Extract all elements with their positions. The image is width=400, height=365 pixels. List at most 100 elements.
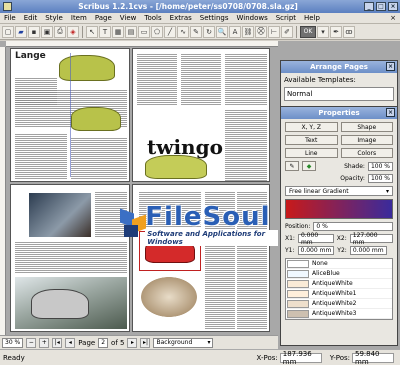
insert-line-icon[interactable]: ╱ (164, 25, 176, 38)
color-list[interactable]: None AliceBlue AntiqueWhite AntiqueWhite… (285, 258, 393, 320)
color-name: AliceBlue (312, 270, 340, 277)
menu-tools[interactable]: Tools (140, 14, 165, 22)
position-spinbox[interactable]: 0 % (313, 222, 393, 231)
arrange-pages-titlebar[interactable]: Arrange Pages × (281, 61, 397, 73)
shade-spinbox[interactable]: 100 % (367, 161, 393, 171)
menu-page[interactable]: Page (91, 14, 116, 22)
measure-icon[interactable]: ⊢ (268, 25, 280, 38)
y1-spinbox[interactable]: 0.000 mm (297, 246, 335, 255)
insert-table-icon[interactable]: ▤ (125, 25, 137, 38)
shape-tab-button[interactable]: Shape (340, 122, 393, 132)
close-icon[interactable]: × (386, 62, 395, 71)
template-list-item[interactable]: Normal (284, 87, 394, 101)
save-icon[interactable]: ▪ (28, 25, 40, 38)
page-number-field[interactable]: 2 (98, 337, 109, 348)
opacity-spinbox[interactable]: 100 % (367, 174, 393, 183)
new-document-icon[interactable]: ▢ (2, 25, 14, 38)
page-1[interactable]: Lange (10, 48, 130, 182)
x2-spinbox[interactable]: 127.000 mm (349, 232, 393, 246)
color-swatch (287, 269, 309, 278)
horizontal-ruler[interactable] (6, 41, 278, 47)
color-swatch (287, 299, 309, 308)
pdf-export-icon[interactable]: ◈ (67, 25, 79, 38)
rotate-icon[interactable]: ↻ (203, 25, 215, 38)
fill-color-icon[interactable]: ◆ (302, 161, 316, 171)
app-icon[interactable] (3, 2, 12, 11)
list-item[interactable]: AntiqueWhite2 (286, 299, 392, 309)
zoom-out-icon[interactable]: − (26, 337, 37, 348)
dropdown-chevron-icon[interactable]: ▾ (317, 25, 329, 38)
insert-polygon-icon[interactable]: ⬠ (151, 25, 163, 38)
page-count: of 5 (111, 338, 125, 347)
select-arrow-icon[interactable]: ↖ (86, 25, 98, 38)
first-page-icon[interactable]: |◂ (52, 337, 63, 348)
menu-help[interactable]: Help (300, 14, 324, 22)
list-item[interactable]: AntiqueWhite1 (286, 289, 392, 299)
open-folder-icon[interactable]: ▰ (15, 25, 27, 38)
eyedropper-icon[interactable]: ✐ (281, 25, 293, 38)
zoom-icon[interactable]: 🔍 (216, 25, 228, 38)
xpos-value: 187.936 mm (279, 350, 322, 365)
edit-text-icon[interactable]: A (229, 25, 241, 38)
insert-text-frame-icon[interactable]: T (99, 25, 111, 38)
link-frames-icon[interactable]: ⛓ (242, 25, 254, 38)
insert-image-icon[interactable]: ▦ (112, 25, 124, 38)
close-document-icon[interactable]: × (386, 14, 400, 22)
page-3[interactable] (10, 184, 130, 332)
document-canvas[interactable]: Lange twingo FileSoul Software and Appli… (0, 41, 278, 335)
layer-name: Background (156, 339, 193, 346)
menu-bar: File Edit Style Item Page View Tools Ext… (0, 13, 400, 24)
gradient-select[interactable]: Free linear Gradient ▾ (285, 186, 393, 196)
maximize-button[interactable]: □ (376, 2, 386, 11)
last-page-icon[interactable]: ▸| (140, 337, 151, 348)
line-tab-button[interactable]: Line (285, 148, 338, 158)
menu-style[interactable]: Style (41, 14, 67, 22)
color-name: AntiqueWhite2 (312, 300, 357, 307)
watermark-tagline: Software and Applications for Windows (145, 230, 278, 246)
freehand-line-icon[interactable]: ✎ (190, 25, 202, 38)
close-icon[interactable]: ▣ (41, 25, 53, 38)
insert-shape-icon[interactable]: ▭ (138, 25, 150, 38)
menu-script[interactable]: Script (272, 14, 300, 22)
menu-item[interactable]: Item (67, 14, 91, 22)
menu-view[interactable]: View (116, 14, 141, 22)
bezier-curve-icon[interactable]: ∿ (177, 25, 189, 38)
colors-tab-button[interactable]: Colors (340, 148, 393, 158)
close-icon[interactable]: × (386, 108, 395, 117)
shade-label: Shade: (344, 162, 365, 170)
menu-edit[interactable]: Edit (20, 14, 42, 22)
layer-select[interactable]: Background ▾ (153, 337, 214, 348)
pen-icon[interactable]: ✒ (330, 25, 342, 38)
x1-spinbox[interactable]: 0.000 mm (297, 232, 334, 246)
list-item[interactable]: AntiqueWhite (286, 279, 392, 289)
menu-file[interactable]: File (0, 14, 20, 22)
menu-settings[interactable]: Settings (196, 14, 233, 22)
print-icon[interactable]: ⎙ (54, 25, 66, 38)
list-item[interactable]: None (286, 259, 392, 269)
car-photo (59, 55, 115, 81)
page-2[interactable]: twingo (132, 48, 270, 182)
menu-extras[interactable]: Extras (166, 14, 196, 22)
ok-button[interactable]: OK (300, 25, 316, 38)
close-window-button[interactable]: × (388, 2, 398, 11)
next-page-icon[interactable]: ▸ (127, 337, 138, 348)
minimize-button[interactable]: _ (364, 2, 374, 11)
pen-color-icon[interactable]: ✎ (285, 161, 299, 171)
y2-spinbox[interactable]: 0.000 mm (349, 246, 387, 255)
text-tab-button[interactable]: Text (285, 135, 338, 145)
gradient-preview[interactable] (285, 199, 393, 219)
script-icon[interactable]: ꝏ (343, 25, 355, 38)
list-item[interactable]: AliceBlue (286, 269, 392, 279)
zoom-field[interactable]: 30 % (2, 337, 24, 348)
xpos-label: X-Pos: (256, 353, 278, 362)
unlink-frames-icon[interactable]: ⛒ (255, 25, 267, 38)
menu-windows[interactable]: Windows (232, 14, 271, 22)
zoom-in-icon[interactable]: + (39, 337, 50, 348)
opacity-label: Opacity: (340, 175, 365, 182)
list-item[interactable]: AntiqueWhite3 (286, 309, 392, 319)
image-tab-button[interactable]: Image (340, 135, 393, 145)
properties-titlebar[interactable]: Properties × (281, 107, 397, 119)
vertical-ruler[interactable] (0, 47, 6, 335)
previous-page-icon[interactable]: ◂ (65, 337, 76, 348)
xyz-tab-button[interactable]: X, Y, Z (285, 122, 338, 132)
